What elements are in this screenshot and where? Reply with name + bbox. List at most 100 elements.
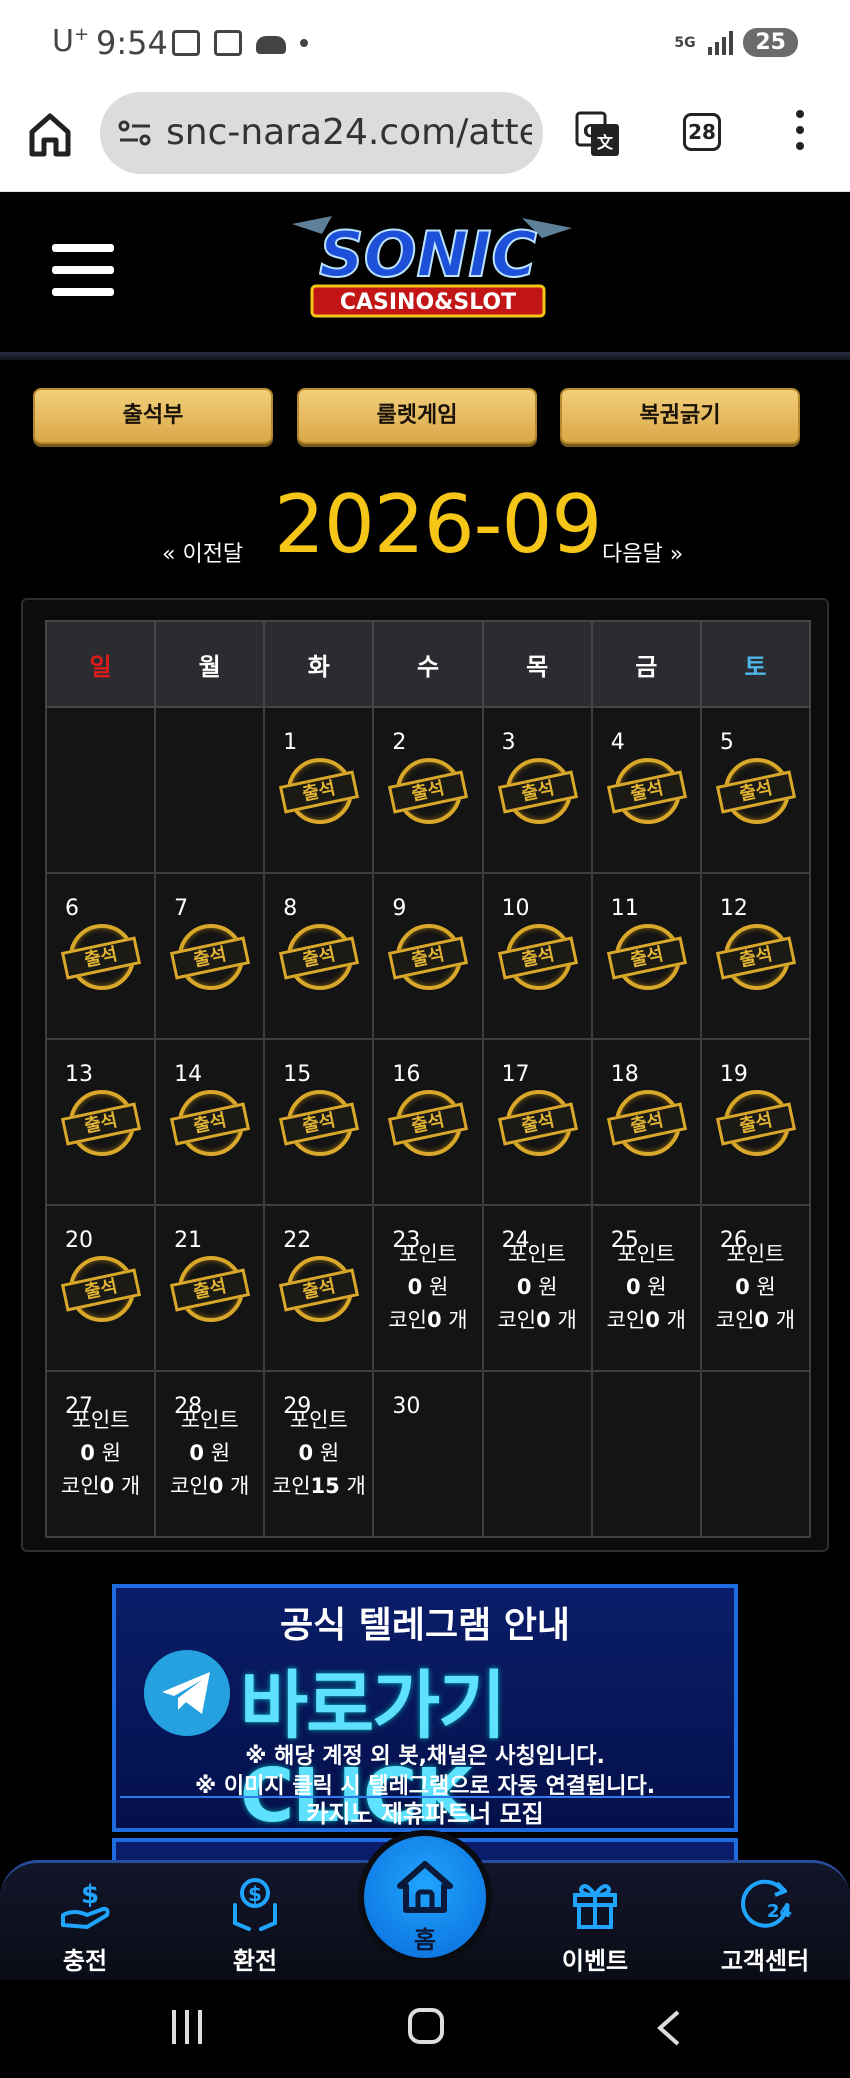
attendance-button[interactable]: 출석부 — [33, 388, 273, 444]
status-time: 9:54 — [96, 24, 168, 62]
home-icon[interactable] — [28, 110, 72, 158]
recents-icon[interactable] — [172, 2010, 208, 2044]
calendar-week-row: 1 출석 2 출석 3 출석 4 출석 5 출석 — [44, 706, 812, 874]
more-notifications-dot — [300, 39, 308, 47]
nav-home-button[interactable]: 홈 — [358, 1830, 492, 1964]
nav-event[interactable]: 이벤트 — [530, 1875, 660, 1976]
calendar-day-cell: 24 포인트 0 원 코인0 개 — [481, 1204, 593, 1372]
count-unit: 개 — [666, 1308, 686, 1332]
attendance-stamp-icon: 출석 — [60, 924, 142, 990]
signal-icon — [708, 30, 734, 55]
attendance-stamp-icon: 출석 — [715, 924, 796, 990]
more-menu-icon[interactable] — [792, 110, 808, 160]
network-type-label: 5G — [674, 34, 696, 51]
point-label: 포인트 — [617, 1242, 676, 1266]
nav-deposit[interactable]: $ 충전 — [20, 1875, 150, 1976]
calendar-day-cell: 27 포인트 0 원 코인0 개 — [44, 1370, 157, 1538]
current-month: 2026-09 — [274, 478, 602, 571]
attendance-stamp-icon: 출석 — [497, 1090, 578, 1156]
won-unit: 원 — [428, 1275, 449, 1299]
address-bar[interactable]: snc-nara24.com/atter — [100, 92, 543, 174]
point-label: 포인트 — [508, 1242, 567, 1266]
count-unit: 개 — [557, 1308, 577, 1332]
calendar-day-cell: 30 — [372, 1370, 484, 1538]
day-number: 20 — [65, 1228, 93, 1253]
point-value: 0 — [735, 1275, 750, 1299]
system-navigation-bar — [0, 1980, 850, 2078]
weekday-header-row: 일 월 화 수 목 금 토 — [44, 620, 812, 708]
sonic-casino-logo[interactable]: SONIC CASINO&SLOT — [272, 214, 584, 324]
gift-icon — [573, 1884, 617, 1929]
won-unit: 원 — [647, 1275, 667, 1299]
weekday-monday: 월 — [154, 620, 266, 708]
coin-label: 코인 — [60, 1474, 100, 1498]
scratch-lottery-button[interactable]: 복권긁기 — [560, 388, 800, 444]
day-number: 30 — [392, 1394, 421, 1419]
calendar-day-cell: 19 출석 — [699, 1038, 812, 1206]
home-icon — [397, 1861, 453, 1913]
point-value: 0 — [516, 1275, 532, 1299]
month-navigation: « 이전달 2026-09 다음달 » — [0, 478, 850, 571]
telegram-icon — [144, 1650, 230, 1736]
svg-text:G: G — [583, 121, 598, 142]
attendance-stamp-icon: 출석 — [606, 1090, 687, 1156]
browser-toolbar: snc-nara24.com/atter G 文 28 — [0, 88, 850, 192]
day-number: 16 — [392, 1062, 421, 1087]
calendar-icon — [214, 30, 242, 56]
back-icon[interactable] — [652, 2008, 688, 2048]
nav-deposit-label: 충전 — [62, 1947, 108, 1975]
day-reward-info: 포인트 0 원 코인0 개 — [593, 1238, 700, 1337]
weekday-sunday: 일 — [44, 620, 157, 708]
day-number: 21 — [174, 1228, 203, 1253]
calendar-day-cell: 23 포인트 0 원 코인0 개 — [372, 1204, 484, 1372]
notification-icons — [172, 30, 308, 56]
prev-month-link[interactable]: « 이전달 — [162, 536, 243, 568]
tab-switcher-button[interactable]: 28 — [683, 113, 721, 151]
calendar-empty-cell — [44, 706, 157, 874]
attendance-stamp-icon: 출석 — [60, 1256, 142, 1322]
calendar-day-cell: 5 출석 — [699, 706, 812, 874]
calendar-week-row: 27 포인트 0 원 코인0 개 28 포인트 0 원 코인0 개 29 포인트 0 원 코인15 개… — [44, 1370, 812, 1538]
site-settings-icon[interactable] — [118, 120, 152, 146]
attendance-stamp-icon: 출석 — [388, 758, 469, 824]
status-bar: U+ 9:54 5G 25 — [0, 0, 850, 88]
hamburger-menu-icon[interactable] — [52, 244, 114, 296]
calendar-day-cell: 7 출석 — [154, 872, 266, 1040]
won-unit: 원 — [210, 1441, 231, 1465]
point-label: 포인트 — [289, 1408, 348, 1432]
calendar-day-cell: 25 포인트 0 원 코인0 개 — [590, 1204, 702, 1372]
point-label: 포인트 — [71, 1408, 130, 1432]
nav-exchange[interactable]: $ 환전 — [190, 1875, 320, 1976]
calendar-day-cell: 13 출석 — [44, 1038, 157, 1206]
coin-label: 코인 — [497, 1308, 537, 1332]
attendance-stamp-icon: 출석 — [170, 924, 251, 990]
point-label: 포인트 — [399, 1242, 457, 1266]
attendance-stamp-icon: 출석 — [497, 924, 578, 990]
weekday-tuesday: 화 — [263, 620, 375, 708]
point-value: 0 — [298, 1441, 314, 1465]
count-unit: 개 — [448, 1308, 468, 1332]
calendar-week-row: 20 출석 21 출석 22 출석 23 포인트 0 원 코인0 개 24 포인트 0 원 코인0 개 25… — [44, 1204, 812, 1372]
banner-footer: 카지노 제휴파트너 모집 — [120, 1796, 730, 1828]
roulette-game-button[interactable]: 룰렛게임 — [297, 388, 537, 444]
calendar-day-cell: 3 출석 — [481, 706, 593, 874]
day-number: 15 — [283, 1062, 312, 1087]
header-divider — [0, 352, 850, 360]
day-number: 6 — [65, 896, 79, 921]
calendar-empty-cell — [481, 1370, 593, 1538]
count-unit: 개 — [346, 1474, 366, 1498]
telegram-banner[interactable]: 공식 텔레그램 안내 바로가기 CLICK ※ 해당 계정 외 봇,채널은 사칭… — [112, 1584, 738, 1839]
count-unit: 개 — [775, 1308, 796, 1332]
translate-icon[interactable]: G 文 — [574, 110, 622, 158]
next-month-link[interactable]: 다음달 » — [602, 536, 683, 568]
calendar-day-cell: 9 출석 — [372, 872, 484, 1040]
attendance-stamp-icon: 출석 — [497, 758, 578, 824]
nav-support[interactable]: 24 고객센터 — [700, 1875, 830, 1976]
support-24-icon: 24 — [741, 1879, 792, 1928]
attendance-stamp-icon: 출석 — [715, 1090, 796, 1156]
weekday-friday: 금 — [590, 620, 702, 708]
calendar-week-row: 13 출석 14 출석 15 출석 16 출석 17 출석 18 출석 19 출석 — [44, 1038, 812, 1206]
calendar-empty-cell — [154, 706, 266, 874]
point-label: 포인트 — [180, 1408, 239, 1432]
system-home-icon[interactable] — [408, 2008, 444, 2044]
